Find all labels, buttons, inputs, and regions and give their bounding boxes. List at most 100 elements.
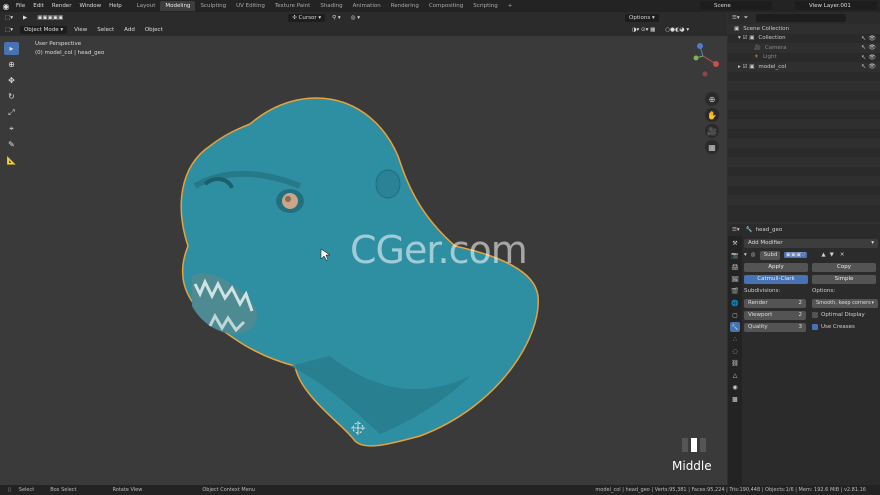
tab-texture-paint[interactable]: Texture Paint (270, 1, 316, 11)
tab-sculpting[interactable]: Sculpting (195, 1, 231, 11)
tab-shading[interactable]: Shading (315, 1, 347, 11)
modifier-toggle-icons[interactable]: ▣▣▣▽ (783, 252, 808, 258)
viewport-levels-field[interactable]: Viewport 2 (744, 310, 806, 320)
outliner-item-model-col[interactable]: ▸ ☑ ▣ model_col ↖ 👁 (728, 62, 880, 72)
constraints-tab-icon[interactable]: ⛓ (730, 358, 740, 368)
menu-file[interactable]: File (12, 3, 29, 9)
physics-tab-icon[interactable]: ◌ (730, 346, 740, 356)
tab-rendering[interactable]: Rendering (386, 1, 424, 11)
output-tab-icon[interactable]: 🖨 (730, 262, 740, 272)
proportional-edit-icon[interactable]: ◎ ▾ (347, 14, 364, 22)
move-down-icon[interactable]: ▼ (830, 252, 834, 258)
material-tab-icon[interactable]: ◉ (730, 382, 740, 392)
tab-compositing[interactable]: Compositing (424, 1, 468, 11)
use-creases-checkbox[interactable] (812, 324, 818, 330)
select-box-tool-icon[interactable]: ▸ (4, 42, 19, 55)
view-layer-selector[interactable]: View Layer.001 (795, 1, 877, 10)
select-pointer-icon[interactable]: ↖ (861, 35, 866, 42)
data-tab-icon[interactable]: △ (730, 370, 740, 380)
modifier-tab-icon[interactable]: 🔧 (730, 322, 740, 332)
close-icon[interactable]: ✕ (840, 252, 845, 258)
apply-button[interactable]: Apply (744, 262, 808, 272)
transform-tool-icon[interactable]: ⌖ (4, 122, 19, 135)
menu-window[interactable]: Window (75, 3, 105, 9)
snap-icon[interactable]: ⚲ ▾ (328, 14, 345, 22)
quality-field[interactable]: Quality 3 (744, 322, 806, 332)
texture-tab-icon[interactable]: ▩ (730, 394, 740, 404)
measure-tool-icon[interactable]: 📐 (4, 154, 19, 167)
uv-smooth-dropdown[interactable]: Smooth, keep corners ▾ (812, 298, 878, 308)
scene-selector[interactable]: Scene (700, 1, 772, 10)
visibility-eye-icon[interactable]: 👁 (868, 63, 876, 70)
quality-label: Quality (748, 324, 768, 330)
tab-uv-editing[interactable]: UV Editing (231, 1, 270, 11)
menu-object[interactable]: Object (141, 26, 167, 34)
scale-tool-icon[interactable]: ⤢ (4, 106, 19, 119)
scene-tab-icon[interactable]: 🎬 (730, 286, 740, 296)
select-tool-icon[interactable]: ▶ (19, 14, 31, 22)
modifier-name-field[interactable]: Subd (759, 250, 780, 260)
menu-select[interactable]: Select (93, 26, 118, 34)
move-up-icon[interactable]: ▲ (821, 252, 825, 258)
optimal-display-checkbox[interactable] (812, 312, 818, 318)
select-pointer-icon[interactable]: ↖ (861, 54, 866, 61)
select-mode-icons[interactable]: ▣▣▣▣▣ (33, 14, 67, 22)
blender-logo-icon[interactable]: ◉ (0, 0, 12, 12)
mode-dropdown[interactable]: Object Mode ▾ (19, 26, 68, 34)
optimal-display-row[interactable]: Optimal Display (812, 310, 878, 320)
catmull-clark-button[interactable]: Catmull-Clark (744, 274, 808, 284)
object-tab-icon[interactable]: ▢ (730, 310, 740, 320)
visibility-eye-icon[interactable]: 👁 (868, 44, 876, 51)
pan-hand-icon[interactable]: ✋ (705, 108, 719, 122)
select-pointer-icon[interactable]: ↖ (861, 63, 866, 70)
options-dropdown[interactable]: Options ▾ (625, 14, 659, 22)
editor-type-icon[interactable]: ⬚▾ (1, 14, 17, 22)
copy-button[interactable]: Copy (812, 262, 876, 272)
transform-orientation-dropdown[interactable]: ✣ Cursor ▾ (288, 14, 326, 22)
ortho-grid-icon[interactable]: ▦ (705, 140, 719, 154)
tab-scripting[interactable]: Scripting (468, 1, 502, 11)
world-tab-icon[interactable]: 🌐 (730, 298, 740, 308)
rotate-tool-icon[interactable]: ↻ (4, 90, 19, 103)
properties-editor-icon[interactable]: ☰▾ (732, 227, 740, 233)
tab-animation[interactable]: Animation (348, 1, 386, 11)
view-layer-tab-icon[interactable]: 🖼 (730, 274, 740, 284)
cursor-tool-icon[interactable]: ⊕ (4, 58, 19, 71)
visibility-eye-icon[interactable]: 👁 (868, 54, 876, 61)
menu-help[interactable]: Help (105, 3, 126, 9)
render-levels-field[interactable]: Render 2 (744, 298, 806, 308)
menu-add[interactable]: Add (120, 26, 139, 34)
menu-view[interactable]: View (70, 26, 91, 34)
particles-tab-icon[interactable]: ∴ (730, 334, 740, 344)
outliner-editor-icon[interactable]: ☰▾ (732, 15, 740, 21)
annotate-tool-icon[interactable]: ✎ (4, 138, 19, 151)
select-pointer-icon[interactable]: ↖ (861, 44, 866, 51)
visibility-eye-icon[interactable]: 👁 (868, 35, 876, 42)
add-modifier-dropdown[interactable]: Add Modifier ▾ (744, 238, 878, 248)
menu-render[interactable]: Render (48, 3, 76, 9)
simple-button[interactable]: Simple (812, 274, 876, 284)
add-workspace-button[interactable]: + (503, 1, 518, 11)
use-creases-row[interactable]: Use Creases (812, 322, 878, 332)
viewport-editor-icon[interactable]: ⬚▾ (1, 26, 17, 34)
collection-expand-icon[interactable]: ▾ ☑ ▣ (738, 35, 754, 41)
shading-mode-icons[interactable]: ○●◐◕ ▾ (661, 26, 693, 34)
3d-viewport[interactable]: User Perspective (0) model_col | head_ge… (0, 36, 727, 485)
outliner-item-camera[interactable]: 🎥 Camera ↖ 👁 (728, 43, 880, 53)
collapse-icon[interactable]: ▾ (744, 252, 747, 258)
camera-view-icon[interactable]: 🎥 (705, 124, 719, 138)
zoom-icon[interactable]: ⊕ (705, 92, 719, 106)
menu-edit[interactable]: Edit (29, 3, 48, 9)
tab-layout[interactable]: Layout (132, 1, 161, 11)
tab-modeling[interactable]: Modeling (160, 1, 196, 11)
outliner-search-field[interactable] (756, 14, 847, 22)
filter-icon[interactable]: ⏷ (744, 15, 748, 22)
outliner-item-light[interactable]: ☀ Light ↖ 👁 (728, 52, 880, 62)
outliner-item-collection[interactable]: ▾ ☑ ▣ Collection ↖ 👁 (728, 33, 880, 43)
move-tool-icon[interactable]: ✥ (4, 74, 19, 87)
tool-tab-icon[interactable]: ⚒ (730, 238, 740, 248)
overlay-icons[interactable]: ◑▾ ⊙▾ ▦ (628, 26, 660, 34)
model-col-expand-icon[interactable]: ▸ ☑ ▣ (738, 64, 754, 70)
outliner-scene-collection[interactable]: ▣ Scene Collection (728, 24, 880, 34)
render-tab-icon[interactable]: 📷 (730, 250, 740, 260)
